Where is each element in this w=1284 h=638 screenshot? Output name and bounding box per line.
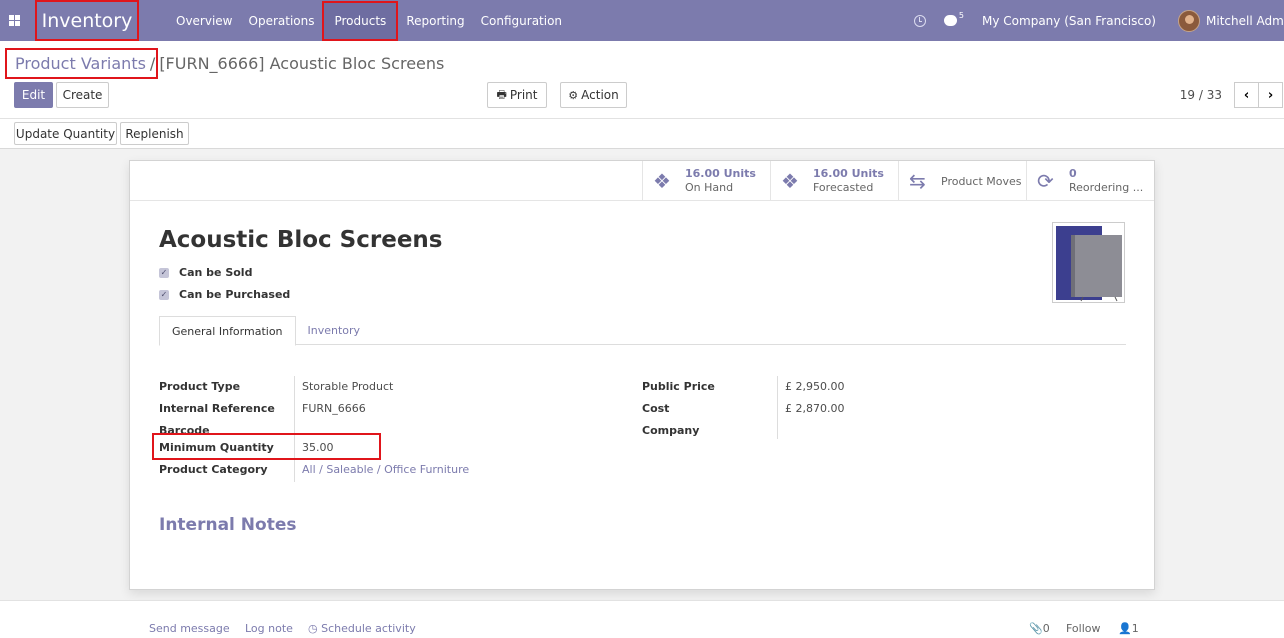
activity-clock-icon[interactable]	[913, 14, 926, 27]
user-icon: 👤	[1118, 622, 1132, 635]
schedule-activity-button[interactable]: ◷ Schedule activity	[308, 622, 416, 635]
public-price-label: Public Price	[642, 380, 715, 393]
reordering-value: 0	[1069, 167, 1077, 180]
breadcrumb: Product Variants / [FURN_6666] Acoustic …	[5, 48, 444, 79]
app-brand[interactable]: Inventory	[35, 0, 139, 41]
tab-general-information[interactable]: General Information	[159, 316, 296, 346]
pager-previous-button[interactable]: ‹	[1234, 82, 1259, 108]
action-button[interactable]: ⚙ Action	[560, 82, 627, 108]
attachments-button[interactable]: 📎0	[1029, 622, 1050, 635]
schedule-activity-label: Schedule activity	[321, 622, 416, 635]
menu-overview[interactable]: Overview	[168, 0, 241, 41]
top-navbar: Inventory Overview Operations Products R…	[0, 0, 1284, 41]
follow-button[interactable]: Follow	[1066, 622, 1101, 635]
can-be-sold-row: ✓ Can be Sold	[159, 266, 252, 279]
product-category-label: Product Category	[159, 463, 268, 476]
chat-bubbles-icon[interactable]	[943, 15, 957, 26]
breadcrumb-current: [FURN_6666] Acoustic Bloc Screens	[159, 54, 445, 73]
public-price-value[interactable]: £ 2,950.00	[785, 380, 844, 393]
company-label: Company	[642, 424, 700, 437]
breadcrumb-separator: /	[149, 54, 156, 73]
send-message-button[interactable]: Send message	[149, 622, 230, 635]
main-menu: Overview Operations Products Reporting C…	[168, 0, 570, 41]
followers-count: 1	[1131, 622, 1139, 635]
forecasted-label: Forecasted	[813, 181, 874, 194]
minimum-quantity-highlight	[152, 433, 381, 460]
form-sheet: ❖ 16.00 Units On Hand ❖ 16.00 Units Fore…	[129, 160, 1155, 590]
form-tabs: General Information Inventory	[159, 316, 1126, 346]
smart-button-box: ❖ 16.00 Units On Hand ❖ 16.00 Units Fore…	[130, 161, 1154, 201]
clock-icon: ◷	[308, 622, 318, 635]
menu-configuration[interactable]: Configuration	[473, 0, 570, 41]
control-panel-divider	[0, 118, 1284, 119]
chevron-right-icon: ›	[1267, 87, 1274, 103]
can-be-purchased-checkbox[interactable]: ✓	[159, 289, 169, 300]
pager-value[interactable]: 19 / 33	[1180, 88, 1222, 102]
user-avatar[interactable]	[1178, 9, 1200, 32]
on-hand-button[interactable]: ❖ 16.00 Units On Hand	[642, 161, 770, 201]
menu-products[interactable]: Products	[322, 0, 399, 41]
gear-icon: ⚙	[568, 88, 579, 102]
action-label: Action	[581, 88, 619, 102]
breadcrumb-product-variants[interactable]: Product Variants	[5, 48, 158, 79]
replenish-button[interactable]: Replenish	[120, 122, 189, 145]
paperclip-icon: 📎	[1029, 622, 1043, 635]
menu-reporting[interactable]: Reporting	[398, 0, 472, 41]
update-quantity-button[interactable]: Update Quantity	[14, 122, 117, 145]
on-hand-value: 16.00 Units	[685, 167, 756, 180]
can-be-sold-label: Can be Sold	[179, 266, 253, 279]
cubes-icon: ❖	[653, 169, 671, 193]
print-button[interactable]: 🖶 Print	[487, 82, 547, 108]
exchange-icon: ⇆	[909, 169, 926, 193]
can-be-purchased-row: ✓ Can be Purchased	[159, 288, 290, 301]
tab-inventory[interactable]: Inventory	[296, 316, 373, 345]
internal-reference-value[interactable]: FURN_6666	[302, 402, 366, 415]
chatter-bar: Send message Log note ◷ Schedule activit…	[0, 600, 1284, 638]
pager-next-button[interactable]: ›	[1258, 82, 1283, 108]
reordering-button[interactable]: ⟳ 0 Reordering ...	[1026, 161, 1154, 201]
product-moves-button[interactable]: ⇆ Product Moves	[898, 161, 1026, 201]
can-be-purchased-label: Can be Purchased	[179, 288, 291, 301]
followers-button[interactable]: 👤1	[1118, 622, 1139, 635]
cost-value[interactable]: £ 2,870.00	[785, 402, 844, 415]
product-type-value[interactable]: Storable Product	[302, 380, 393, 393]
product-category-value[interactable]: All / Saleable / Office Furniture	[302, 463, 469, 476]
edit-button[interactable]: Edit	[14, 82, 53, 108]
apps-grid-icon[interactable]	[9, 15, 20, 26]
left-group-divider	[294, 376, 295, 482]
forecasted-value: 16.00 Units	[813, 167, 884, 180]
product-image[interactable]	[1052, 222, 1125, 303]
product-name[interactable]: Acoustic Bloc Screens	[159, 227, 442, 253]
menu-operations[interactable]: Operations	[241, 0, 323, 41]
message-count-badge: 5	[958, 11, 965, 20]
attachments-count: 0	[1042, 622, 1050, 635]
product-type-label: Product Type	[159, 380, 241, 393]
refresh-icon: ⟳	[1037, 169, 1054, 193]
user-menu[interactable]: Mitchell Admin	[1206, 14, 1284, 28]
cubes-icon: ❖	[781, 169, 799, 193]
internal-notes-heading: Internal Notes	[159, 515, 297, 535]
reordering-label: Reordering ...	[1069, 181, 1144, 194]
forecasted-button[interactable]: ❖ 16.00 Units Forecasted	[770, 161, 898, 201]
create-button[interactable]: Create	[56, 82, 109, 108]
right-group-divider	[777, 376, 778, 439]
print-label: Print	[509, 88, 538, 102]
can-be-sold-checkbox[interactable]: ✓	[159, 267, 169, 278]
company-switcher[interactable]: My Company (San Francisco)	[982, 14, 1156, 28]
control-panel: Product Variants / [FURN_6666] Acoustic …	[0, 41, 1284, 149]
print-icon: 🖶	[496, 87, 507, 101]
chevron-left-icon: ‹	[1243, 87, 1250, 103]
log-note-button[interactable]: Log note	[245, 622, 293, 635]
acoustic-screen-image	[1056, 226, 1122, 302]
internal-reference-label: Internal Reference	[159, 402, 275, 415]
cost-label: Cost	[642, 402, 670, 415]
navbar-systray: 5 My Company (San Francisco) Mitchell Ad…	[913, 0, 1284, 41]
product-moves-label: Product Moves	[941, 174, 1022, 188]
on-hand-label: On Hand	[685, 181, 734, 194]
